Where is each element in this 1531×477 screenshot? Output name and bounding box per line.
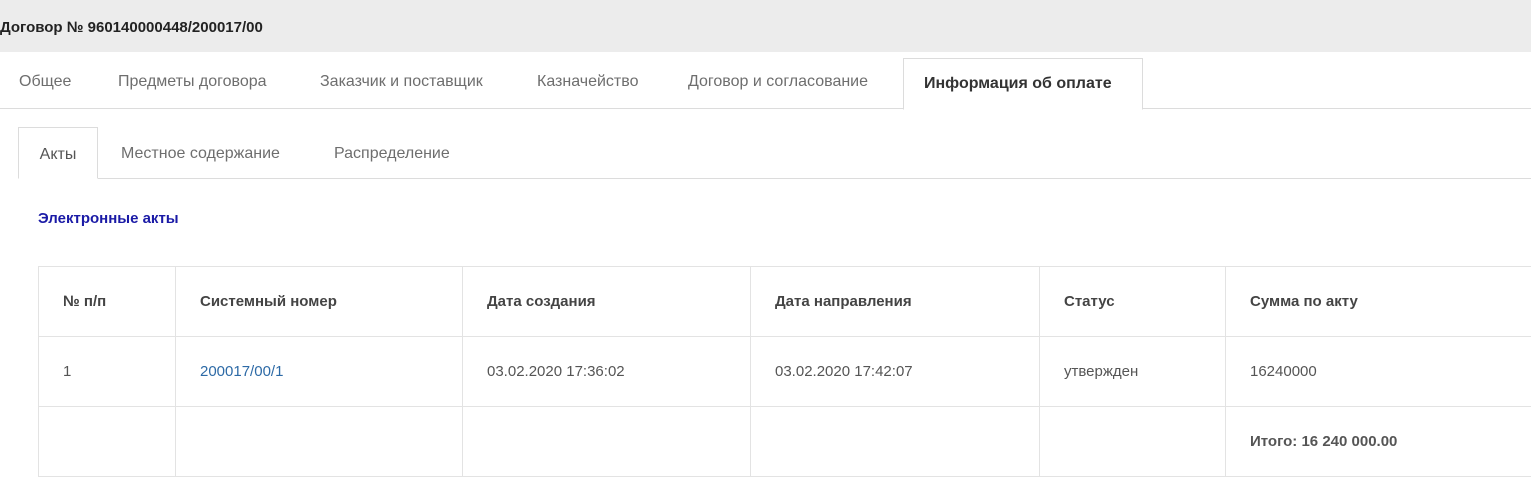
tab-treasury[interactable]: Казначейство bbox=[537, 52, 638, 109]
subtab-acts[interactable]: Акты bbox=[18, 127, 98, 179]
cell-status: утвержден bbox=[1039, 336, 1226, 407]
main-tabs: Общее Предметы договора Заказчик и поста… bbox=[0, 52, 1531, 110]
table-header-row: № п/п Системный номер Дата создания Дата… bbox=[38, 266, 1531, 337]
tab-contract-subjects[interactable]: Предметы договора bbox=[118, 52, 267, 109]
cell-sent: 03.02.2020 17:42:07 bbox=[750, 336, 1040, 407]
tab-customer-supplier[interactable]: Заказчик и поставщик bbox=[320, 52, 483, 109]
table-row: 1 200017/00/1 03.02.2020 17:36:02 03.02.… bbox=[38, 336, 1531, 407]
cell-num: 1 bbox=[38, 336, 176, 407]
contract-title-bar: Договор № 960140000448/200017/00 bbox=[0, 0, 1531, 52]
empty-cell bbox=[750, 406, 1040, 477]
subtab-distribution[interactable]: Распределение bbox=[334, 127, 450, 179]
tab-payment-info[interactable]: Информация об оплате bbox=[903, 58, 1143, 110]
tab-contract-approval[interactable]: Договор и согласование bbox=[688, 52, 868, 109]
acts-table: № п/п Системный номер Дата создания Дата… bbox=[38, 266, 1531, 477]
cell-system-number: 200017/00/1 bbox=[175, 336, 463, 407]
total-amount: Итого: 16 240 000.00 bbox=[1225, 406, 1531, 477]
section-title: Электронные акты bbox=[38, 210, 179, 227]
empty-cell bbox=[1039, 406, 1226, 477]
contract-title: Договор № 960140000448/200017/00 bbox=[0, 19, 263, 36]
column-header-num: № п/п bbox=[38, 266, 176, 337]
table-total-row: Итого: 16 240 000.00 bbox=[38, 406, 1531, 477]
empty-cell bbox=[38, 406, 176, 477]
column-header-sent: Дата направления bbox=[750, 266, 1040, 337]
cell-amount: 16240000 bbox=[1225, 336, 1531, 407]
tab-general[interactable]: Общее bbox=[19, 52, 71, 109]
column-header-amount: Сумма по акту bbox=[1225, 266, 1531, 337]
column-header-created: Дата создания bbox=[462, 266, 751, 337]
column-header-system-number: Системный номер bbox=[175, 266, 463, 337]
contract-page: Договор № 960140000448/200017/00 Общее П… bbox=[0, 0, 1531, 477]
subtab-local-content[interactable]: Местное содержание bbox=[121, 127, 280, 179]
sub-tabs: Акты Местное содержание Распределение bbox=[18, 127, 1531, 179]
system-number-link[interactable]: 200017/00/1 bbox=[200, 363, 283, 380]
column-header-status: Статус bbox=[1039, 266, 1226, 337]
empty-cell bbox=[175, 406, 463, 477]
cell-created: 03.02.2020 17:36:02 bbox=[462, 336, 751, 407]
empty-cell bbox=[462, 406, 751, 477]
